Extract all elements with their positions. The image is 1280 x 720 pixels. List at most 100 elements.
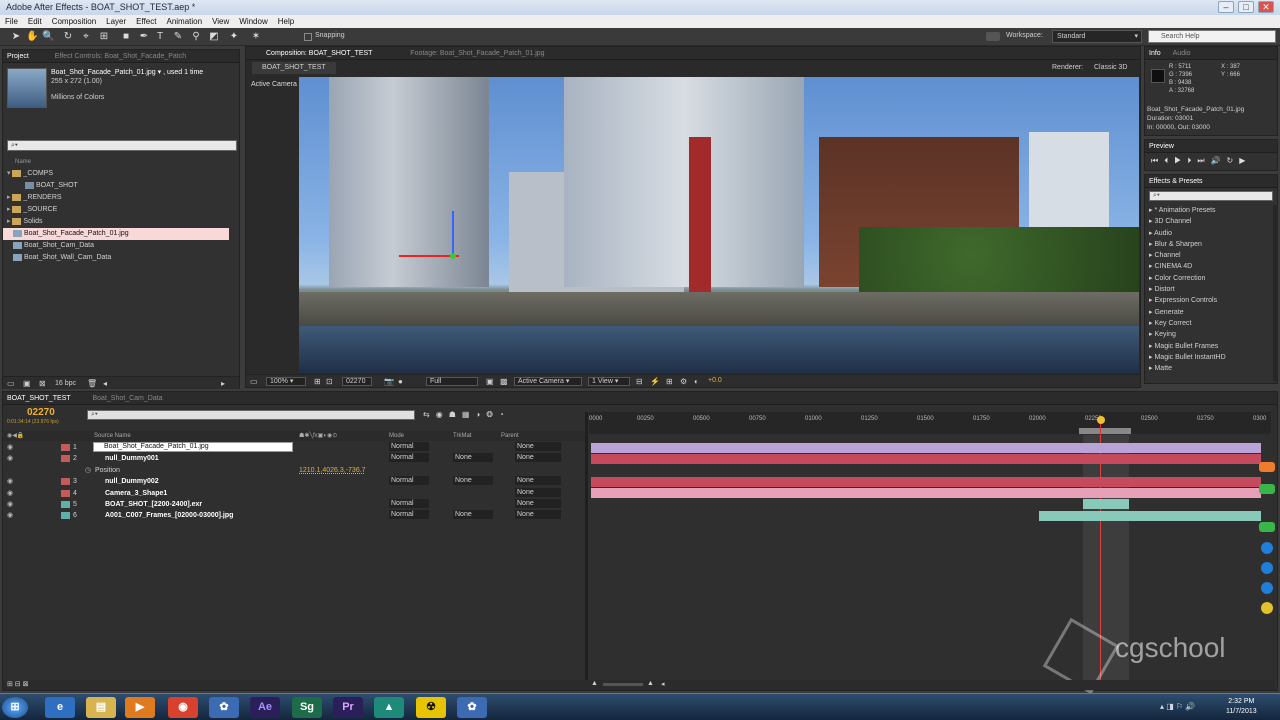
app-flower-icon[interactable]: ✿ — [209, 697, 239, 718]
scroll-right-icon[interactable]: ▸ — [221, 379, 225, 388]
layer-row[interactable]: ◉ 2 null_Dummy001 Normal None None — [3, 453, 585, 464]
system-tray-icons[interactable]: ▴ ◨ ⚐ 🔊 — [1160, 702, 1195, 711]
hand-tool-icon[interactable]: ✋ — [26, 31, 38, 43]
view-layout-select[interactable]: 1 View ▾ — [588, 377, 630, 386]
layer-bar[interactable] — [591, 443, 1261, 453]
menu-view[interactable]: View — [207, 15, 234, 28]
layer-label-color[interactable] — [61, 489, 70, 497]
effects-category-key-correct[interactable]: ▸ Key Correct — [1145, 318, 1273, 329]
effects-category-expression-controls[interactable]: ▸ Expression Controls — [1145, 295, 1273, 306]
project-item-facade-patch[interactable]: Boat_Shot_Facade_Patch_01.jpg — [3, 228, 229, 240]
always-preview-icon[interactable]: ▭ — [250, 377, 258, 386]
internet-explorer-icon[interactable]: e — [45, 697, 75, 718]
layer-name[interactable]: Camera_3_Shape1 — [105, 488, 167, 500]
visibility-icon[interactable]: ◉ — [7, 510, 13, 522]
rectangle-tool-icon[interactable]: ■ — [120, 31, 132, 43]
draft-3d-icon[interactable]: ◉ — [436, 410, 449, 419]
comp-breadcrumb[interactable]: BOAT_SHOT_TEST — [252, 62, 336, 74]
motion-blur-icon[interactable]: ◑ — [475, 410, 486, 419]
last-frame-icon[interactable]: ⏭ — [1197, 156, 1210, 165]
layer-name[interactable]: null_Dummy001 — [105, 453, 159, 465]
tab-timeline-cam-data[interactable]: Boat_Shot_Cam_Data — [93, 395, 163, 402]
mode-header[interactable]: Mode — [389, 431, 404, 441]
effects-scrollbar[interactable] — [1273, 205, 1278, 381]
effects-category-color-correction[interactable]: ▸ Color Correction — [1145, 273, 1273, 284]
stopwatch-icon[interactable]: ◷ — [85, 465, 91, 477]
layer-name[interactable]: A001_C007_Frames_[02000-03000].jpg — [105, 510, 233, 522]
mute-audio-icon[interactable]: 🔊 — [1211, 156, 1227, 165]
snapshot-icon[interactable]: 📷 — [384, 377, 394, 386]
visibility-icon[interactable]: ◉ — [7, 442, 13, 454]
next-frame-icon[interactable]: ⏵ — [1187, 156, 1197, 165]
source-name-header[interactable]: Source Name — [94, 431, 131, 441]
new-composition-icon[interactable]: ⊠ — [39, 379, 46, 388]
timeline-zoom-slider[interactable] — [603, 683, 643, 686]
minimize-button[interactable]: – — [1218, 1, 1234, 13]
brush-tool-icon[interactable]: ✎ — [172, 31, 184, 43]
pen-tool-icon[interactable]: ✒ — [138, 31, 150, 43]
layer-name-field[interactable]: Boat_Shot_Facade_Patch_01.jpg — [93, 442, 293, 452]
layer-label-color[interactable] — [61, 455, 70, 463]
parent-select[interactable]: None — [515, 510, 561, 520]
scroll-left-icon[interactable]: ◂ — [661, 680, 665, 688]
renderer-value[interactable]: Classic 3D — [1094, 64, 1127, 71]
parent-select[interactable]: None — [515, 498, 561, 508]
orange-widget-icon[interactable] — [1259, 462, 1275, 472]
trash-icon[interactable]: 🗑 — [87, 379, 97, 388]
effects-category-keying[interactable]: ▸ Keying — [1145, 329, 1273, 340]
layer-label-color[interactable] — [61, 512, 70, 520]
project-item-solids[interactable]: ▸ Solids — [3, 216, 239, 228]
project-item-wall-cam-data[interactable]: Boat_Shot_Wall_Cam_Data — [3, 252, 239, 264]
tab-preview[interactable]: Preview — [1149, 143, 1174, 150]
flowchart-icon[interactable]: ⚙ — [680, 377, 687, 386]
brainstorm-icon[interactable]: ❂ — [486, 410, 499, 419]
menu-window[interactable]: Window — [234, 15, 272, 28]
close-button[interactable]: ✕ — [1258, 1, 1274, 13]
effects-category-cinema-4d[interactable]: ▸ CINEMA 4D — [1145, 261, 1273, 272]
layer-bar[interactable] — [1083, 499, 1129, 509]
project-item-boat-shot[interactable]: BOAT_SHOT — [3, 180, 239, 192]
effects-search-input[interactable]: ⌕▾ — [1149, 191, 1273, 201]
menu-composition[interactable]: Composition — [47, 15, 101, 28]
grid-overlay-icon[interactable]: ⊞ — [314, 377, 321, 386]
composition-viewer[interactable] — [299, 77, 1139, 373]
project-search-input[interactable]: ⌕▾ — [7, 140, 237, 151]
layer-row[interactable]: ◉ 5 BOAT_SHOT_[2200-2400].exr Normal Non… — [3, 498, 585, 510]
show-channel-icon[interactable]: ● — [398, 377, 403, 386]
region-of-interest-icon[interactable]: ▣ — [486, 377, 494, 386]
blend-mode-select[interactable]: Normal — [389, 498, 429, 508]
speedgrade-icon[interactable]: Sg — [292, 697, 322, 718]
ram-preview-icon[interactable]: ▶ — [1239, 156, 1251, 165]
effects-category-animation-presets[interactable]: ▸ * Animation Presets — [1145, 205, 1273, 216]
layer-bar[interactable] — [591, 477, 1261, 487]
menu-animation[interactable]: Animation — [161, 15, 207, 28]
trkmat-header[interactable]: TrkMat — [453, 431, 471, 441]
eraser-tool-icon[interactable]: ◩ — [208, 31, 220, 43]
project-item-cam-data[interactable]: Boat_Shot_Cam_Data — [3, 240, 239, 252]
visibility-icon[interactable]: ◉ — [7, 488, 13, 500]
parent-select[interactable]: None — [515, 442, 561, 451]
selection-tool-icon[interactable]: ➤ — [10, 31, 22, 43]
zoom-in-icon[interactable]: ▲ — [647, 680, 654, 687]
toggle-panes-icon[interactable]: ⊞ ⊟ ⊠ — [7, 680, 29, 688]
z-axis-gizmo[interactable] — [450, 253, 456, 259]
layer-bar[interactable] — [591, 488, 1261, 498]
effects-category-magic-bullet-instanthd[interactable]: ▸ Magic Bullet InstantHD — [1145, 352, 1273, 363]
tab-info[interactable]: Info — [1149, 50, 1161, 57]
layer-label-color[interactable] — [61, 500, 70, 508]
layer-row[interactable]: ◉ 3 null_Dummy002 Normal None None — [3, 476, 585, 487]
menu-edit[interactable]: Edit — [23, 15, 47, 28]
timeline-icon[interactable]: ⊞ — [666, 377, 673, 386]
project-item-source[interactable]: ▸ _SOURCE — [3, 204, 239, 216]
type-tool-icon[interactable]: T — [154, 31, 166, 43]
blend-mode-select[interactable]: Normal — [389, 476, 429, 486]
blue-widget-icon[interactable] — [1261, 582, 1273, 594]
layer-row[interactable]: ◉ 4 Camera_3_Shape1 None — [3, 487, 585, 500]
parent-select[interactable]: None — [515, 476, 561, 486]
blend-mode-select[interactable]: Normal — [389, 510, 429, 520]
snapping-checkbox[interactable] — [304, 33, 312, 41]
puppet-tool-icon[interactable]: ✶ — [250, 31, 262, 43]
parent-header[interactable]: Parent — [501, 431, 519, 441]
tab-effects-presets[interactable]: Effects & Presets — [1149, 178, 1203, 185]
tab-project[interactable]: Project — [7, 53, 29, 60]
